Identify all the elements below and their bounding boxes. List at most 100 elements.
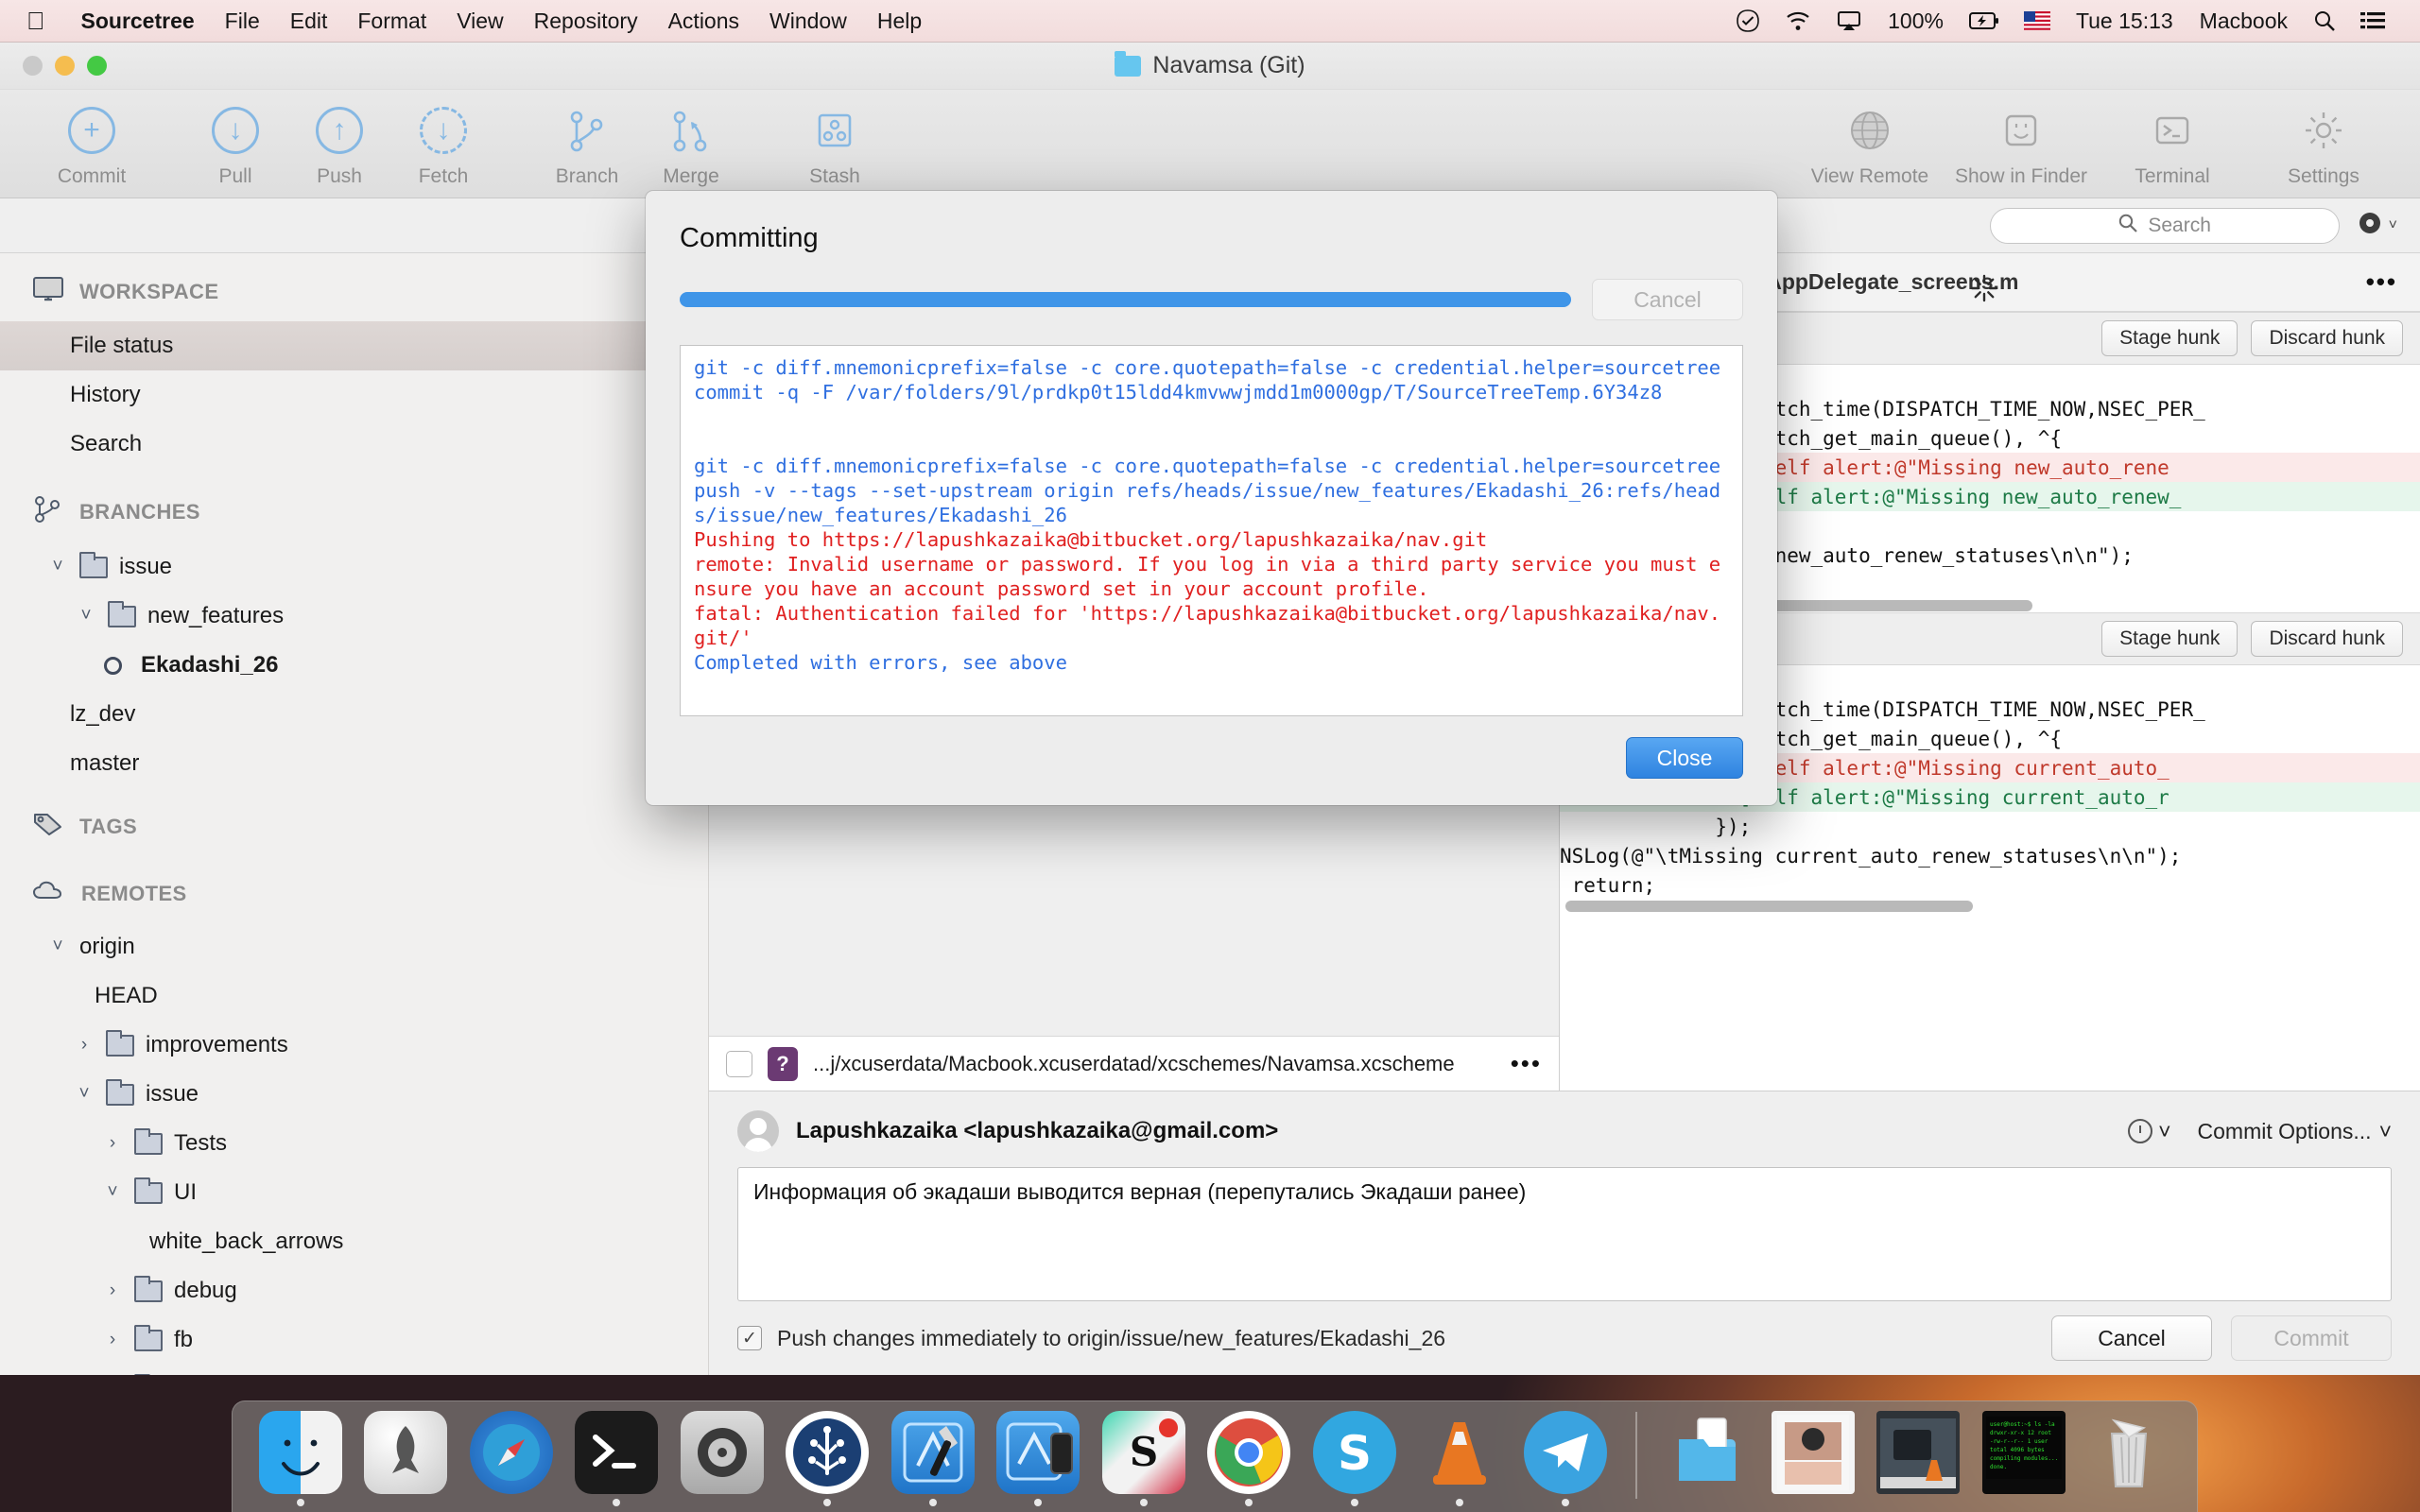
sidebar: WORKSPACE File status History Search BRA… — [0, 253, 709, 1375]
push-immediately-checkbox[interactable]: ✓ — [737, 1326, 762, 1350]
toolbar-settings-button[interactable]: Settings — [2248, 103, 2399, 188]
dock-item-sourcetree[interactable] — [775, 1408, 881, 1506]
chevron-right-icon[interactable]: › — [102, 1133, 123, 1154]
dock-item-safari[interactable] — [458, 1408, 564, 1506]
file-row-more-icon[interactable]: ••• — [1511, 1049, 1542, 1078]
chevron-right-icon[interactable]: › — [102, 1280, 123, 1301]
view-settings-dropdown[interactable]: ˅ — [2357, 210, 2397, 241]
dialog-log-output[interactable]: git -c diff.mnemonicprefix=false -c core… — [680, 345, 1743, 716]
chevron-down-icon[interactable]: ˅ — [47, 936, 68, 957]
discard-hunk-button[interactable]: Discard hunk — [2251, 621, 2403, 657]
toolbar-push-button[interactable]: ↑ Push — [287, 103, 391, 188]
sidebar-remote-folder-ui[interactable]: ˅ UI — [0, 1168, 708, 1217]
sidebar-item-history[interactable]: History — [0, 370, 708, 420]
dock-item-trash[interactable] — [2076, 1408, 2182, 1506]
sidebar-remote-origin[interactable]: ˅ origin — [0, 922, 708, 971]
search-input[interactable]: Search — [1989, 207, 2340, 244]
airplay-icon[interactable] — [1824, 9, 1875, 32]
sidebar-branch-folder-issue[interactable]: ˅ issue — [0, 542, 708, 592]
menu-item-help[interactable]: Help — [862, 9, 937, 34]
notification-center-icon[interactable] — [2348, 10, 2397, 31]
menu-item-format[interactable]: Format — [342, 9, 441, 34]
stage-hunk-button[interactable]: Stage hunk — [2101, 320, 2238, 356]
dialog-cancel-button[interactable]: Cancel — [1592, 279, 1743, 320]
menu-item-actions[interactable]: Actions — [653, 9, 754, 34]
discard-hunk-button[interactable]: Discard hunk — [2251, 320, 2403, 356]
dock-item-video-window[interactable] — [1865, 1408, 1971, 1506]
toolbar-commit-button[interactable]: + Commit — [40, 103, 144, 188]
sidebar-remote-folder-fixes[interactable]: › fixes — [0, 1365, 708, 1375]
dock-item-system-preferences[interactable] — [669, 1408, 775, 1506]
menu-item-view[interactable]: View — [441, 9, 518, 34]
sidebar-section-tags: TAGS — [0, 788, 708, 856]
sidebar-branch-folder-new-features[interactable]: ˅ new_features — [0, 592, 708, 641]
file-list-row[interactable]: ? ...j/xcuserdata/Macbook.xcuserdatad/xc… — [709, 1036, 1559, 1091]
toolbar-terminal-button[interactable]: Terminal — [2097, 103, 2248, 188]
chevron-right-icon[interactable]: › — [74, 1035, 95, 1056]
current-user-name[interactable]: Macbook — [2187, 9, 2301, 34]
dock-item-finder[interactable] — [248, 1408, 354, 1506]
dock-item-terminal-window[interactable]: user@host:~$ ls -la drwxr-xr-x 12 root -rw… — [1971, 1408, 2077, 1506]
sidebar-branch-ekadashi-26[interactable]: Ekadashi_26 — [0, 641, 708, 690]
toolbar-merge-button[interactable]: Merge — [639, 103, 743, 188]
chevron-right-icon[interactable]: › — [102, 1330, 123, 1350]
toolbar-view-remote-button[interactable]: View Remote — [1794, 103, 1945, 188]
wifi-icon[interactable] — [1772, 9, 1824, 32]
sidebar-item-file-status[interactable]: File status — [0, 321, 708, 370]
battery-charging-icon[interactable] — [1957, 11, 2012, 30]
menu-item-repository[interactable]: Repository — [519, 9, 653, 34]
spotlight-search-icon[interactable] — [2301, 9, 2348, 32]
sidebar-branch-lz-dev[interactable]: lz_dev — [0, 690, 708, 739]
toolbar-pull-button[interactable]: ↓ Pull — [183, 103, 287, 188]
sidebar-remote-folder-improvements[interactable]: › improvements — [0, 1021, 708, 1070]
commit-history-dropdown[interactable]: ˅ — [2128, 1119, 2171, 1144]
clock-day-time[interactable]: Tue 15:13 — [2063, 9, 2187, 34]
dock-item-launchpad[interactable] — [354, 1408, 459, 1506]
toolbar-stash-button[interactable]: Stash — [783, 103, 887, 188]
dock-item-skype[interactable]: S — [1302, 1408, 1408, 1506]
dock-item-sublime-text[interactable]: S — [1091, 1408, 1197, 1506]
commit-message-input[interactable]: Информация об экадаши выводится верная (… — [737, 1167, 2392, 1301]
menu-item-sourcetree[interactable]: Sourcetree — [66, 9, 210, 34]
sidebar-remote-folder-debug[interactable]: › debug — [0, 1266, 708, 1315]
toolbar-fetch-button[interactable]: ↓ Fetch — [391, 103, 495, 188]
diff-horizontal-scrollbar[interactable] — [1560, 900, 2420, 913]
menu-item-file[interactable]: File — [210, 9, 275, 34]
sidebar-remote-folder-issue[interactable]: ˅ issue — [0, 1070, 708, 1119]
dock-item-downloads-stack[interactable] — [1654, 1408, 1760, 1506]
sidebar-item-search[interactable]: Search — [0, 420, 708, 469]
sidebar-remote-branch-white-back-arrows[interactable]: white_back_arrows — [0, 1217, 708, 1266]
chevron-down-icon[interactable]: ˅ — [76, 606, 96, 627]
diff-more-icon[interactable]: ••• — [2366, 267, 2397, 297]
dock-item-xcode-simulator[interactable] — [986, 1408, 1092, 1506]
menu-item-edit[interactable]: Edit — [275, 9, 343, 34]
stage-hunk-button[interactable]: Stage hunk — [2101, 621, 2238, 657]
sidebar-remote-folder-fb[interactable]: › fb — [0, 1315, 708, 1365]
dialog-title: Committing — [680, 223, 819, 253]
us-flag-icon[interactable] — [2012, 11, 2063, 30]
running-indicator — [928, 1499, 937, 1506]
toolbar-show-in-finder-button[interactable]: Show in Finder — [1945, 103, 2097, 188]
toolbar-branch-button[interactable]: Branch — [535, 103, 639, 188]
battery-percentage[interactable]: 100% — [1875, 9, 1957, 34]
dock-item-google-chrome[interactable] — [1197, 1408, 1303, 1506]
commit-options-dropdown[interactable]: Commit Options... ˅ — [2198, 1119, 2392, 1144]
sidebar-remote-folder-tests[interactable]: › Tests — [0, 1119, 708, 1168]
dock-item-telegram[interactable] — [1512, 1408, 1618, 1506]
file-stage-checkbox[interactable] — [726, 1050, 752, 1077]
sidebar-remote-head[interactable]: HEAD — [0, 971, 708, 1021]
dock-item-vlc[interactable] — [1408, 1408, 1513, 1506]
close-button[interactable]: Close — [1626, 737, 1743, 779]
commit-button[interactable]: Commit — [2231, 1315, 2392, 1361]
dock-item-terminal[interactable] — [564, 1408, 670, 1506]
sidebar-branch-master[interactable]: master — [0, 739, 708, 788]
chevron-down-icon[interactable]: ˅ — [74, 1084, 95, 1105]
menu-item-window[interactable]: Window — [754, 9, 862, 34]
chevron-down-icon[interactable]: ˅ — [102, 1182, 123, 1203]
checkmark-badge-icon[interactable] — [1723, 9, 1772, 33]
apple-menu-icon[interactable]:  — [0, 9, 66, 33]
dock-item-photo-window[interactable] — [1760, 1408, 1866, 1506]
dock-item-xcode[interactable] — [880, 1408, 986, 1506]
chevron-down-icon[interactable]: ˅ — [47, 557, 68, 577]
cancel-button[interactable]: Cancel — [2051, 1315, 2212, 1361]
